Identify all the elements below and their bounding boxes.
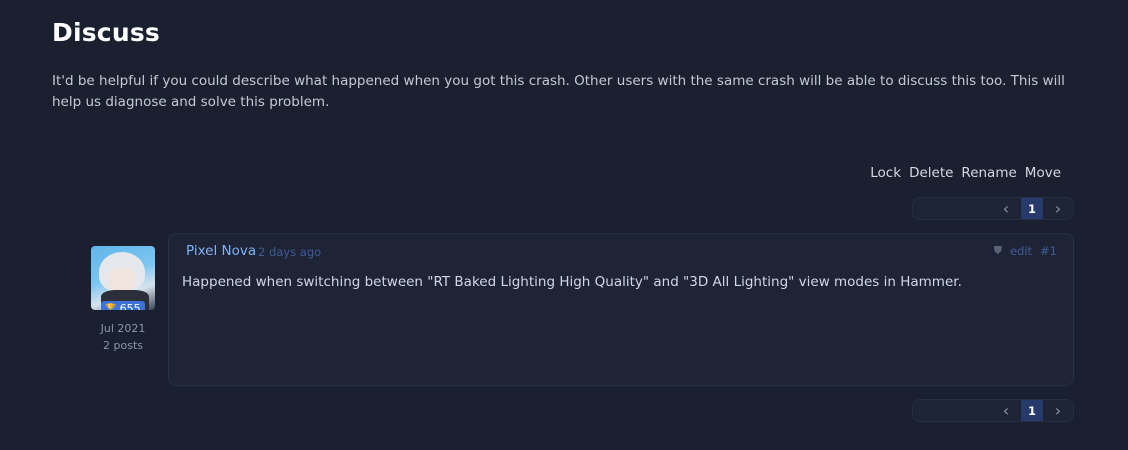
rename-button[interactable]: Rename — [961, 165, 1016, 181]
author-name-link[interactable]: Pixel Nova — [186, 243, 256, 259]
chevron-left-icon[interactable]: ‹ — [995, 400, 1017, 421]
chevron-right-icon[interactable]: › — [1047, 198, 1069, 219]
page-title: Discuss — [52, 18, 160, 47]
lock-button[interactable]: Lock — [870, 165, 901, 181]
pagination-top: ‹ 1 › — [912, 197, 1074, 220]
score-value: 655 — [119, 302, 141, 310]
moderation-actions: Lock Delete Rename Move — [870, 165, 1061, 181]
post-time: 2 days ago — [258, 245, 322, 259]
post-author: 🏆 655 Jul 2021 2 posts — [91, 246, 155, 354]
post-meta: ⛊ edit #1 — [994, 244, 1057, 258]
chevron-right-icon[interactable]: › — [1047, 400, 1069, 421]
author-info: Jul 2021 2 posts — [91, 320, 155, 354]
page-1-button[interactable]: 1 — [1021, 198, 1043, 219]
page-1-button[interactable]: 1 — [1021, 400, 1043, 421]
chevron-left-icon[interactable]: ‹ — [995, 198, 1017, 219]
post-body: Happened when switching between "RT Bake… — [182, 274, 962, 290]
move-button[interactable]: Move — [1025, 165, 1061, 181]
post-card: Pixel Nova 2 days ago ⛊ edit #1 Happened… — [168, 233, 1074, 386]
join-date: Jul 2021 — [100, 322, 146, 335]
trophy-icon: 🏆 — [105, 303, 117, 311]
pagination-bottom: ‹ 1 › — [912, 399, 1074, 422]
avatar[interactable]: 🏆 655 — [91, 246, 155, 310]
intro-text: It'd be helpful if you could describe wh… — [52, 73, 1065, 110]
discuss-page: Discuss It'd be helpful if you could des… — [0, 0, 1128, 450]
score-badge: 🏆 655 — [101, 301, 145, 310]
delete-button[interactable]: Delete — [909, 165, 953, 181]
edit-link[interactable]: edit — [1010, 244, 1032, 258]
post-number-link[interactable]: #1 — [1040, 244, 1057, 258]
shield-icon[interactable]: ⛊ — [994, 244, 1002, 258]
post-count: 2 posts — [103, 339, 143, 352]
